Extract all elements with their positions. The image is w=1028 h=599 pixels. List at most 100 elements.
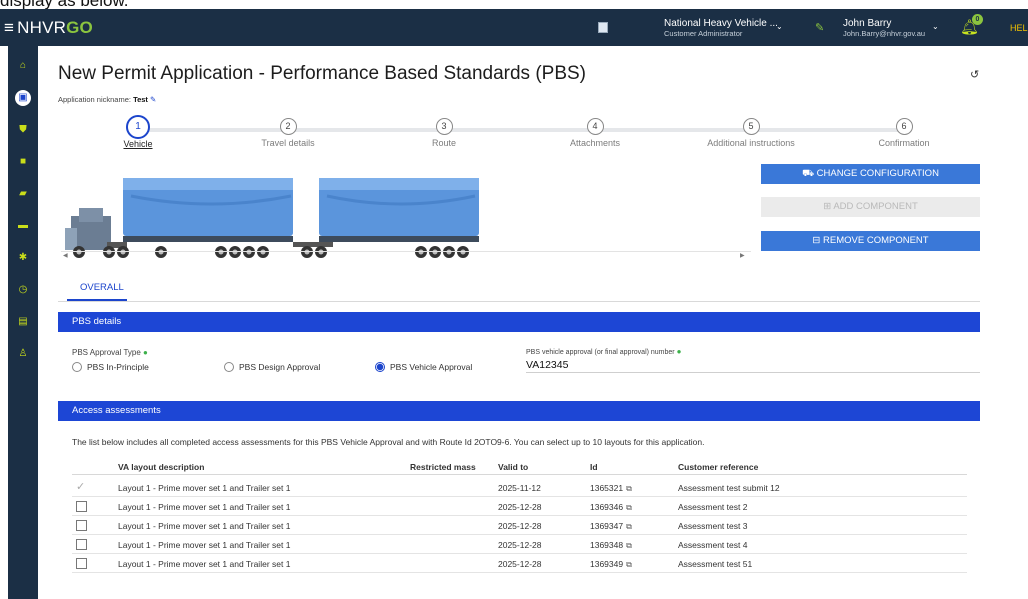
tab-overall[interactable]: OVERALL	[80, 282, 124, 293]
lead-trailer[interactable]	[123, 178, 293, 258]
id-cell[interactable]: 1369349 ⧉	[590, 559, 632, 570]
va-number-label: PBS vehicle approval (or final approval)…	[526, 347, 681, 356]
home-icon[interactable]: ⌂	[15, 58, 31, 74]
step-route[interactable]: 3 Route	[384, 118, 504, 148]
step-number: 6	[895, 118, 913, 135]
scroll-right-icon[interactable]: ▶	[740, 252, 745, 259]
checkmark-icon[interactable]: ✓	[76, 480, 87, 493]
radio-circle-selected	[375, 362, 385, 372]
id-link[interactable]: 1369346	[590, 502, 623, 512]
organisation-logo-icon	[598, 22, 608, 33]
check-circle-icon: ●	[143, 348, 148, 357]
history-icon[interactable]: ↺	[970, 68, 979, 81]
organisation-selector[interactable]: National Heavy Vehicle ... Customer Admi…	[664, 19, 778, 39]
step-travel-details[interactable]: 2 Travel details	[228, 118, 348, 148]
table-row[interactable]: Layout 1 - Prime mover set 1 and Trailer…	[72, 498, 967, 516]
id-card-icon[interactable]: ▤	[15, 314, 31, 330]
external-link-icon[interactable]: ⧉	[626, 541, 632, 550]
radio-pbs-vehicle-approval[interactable]: PBS Vehicle Approval	[375, 362, 472, 372]
column-header-restricted-mass: Restricted mass	[410, 462, 476, 472]
step-number: 3	[435, 118, 453, 135]
help-link[interactable]: HEL	[1010, 23, 1028, 33]
top-bar: ≡ NHVRGO National Heavy Vehicle ... Custo…	[0, 9, 1028, 46]
hamburger-menu-icon[interactable]: ≡	[4, 18, 14, 37]
button-label: ADD COMPONENT	[833, 201, 918, 212]
layout-cell: Layout 1 - Prime mover set 1 and Trailer…	[118, 502, 291, 512]
step-label: Confirmation	[878, 138, 930, 148]
notification-badge: 0	[972, 14, 983, 25]
pbs-details-header: PBS details	[58, 312, 980, 332]
vehicle-icon[interactable]: ▬	[15, 218, 31, 234]
column-header-layout: VA layout description	[118, 462, 205, 472]
radio-pbs-design-approval[interactable]: PBS Design Approval	[224, 362, 320, 372]
approval-type-text: PBS Approval Type	[72, 348, 141, 357]
add-component-button[interactable]: ⊞ ADD COMPONENT	[761, 197, 980, 217]
table-row[interactable]: ✓ Layout 1 - Prime mover set 1 and Trail…	[72, 479, 967, 497]
id-link[interactable]: 1369348	[590, 540, 623, 550]
clock-icon[interactable]: ◷	[15, 282, 31, 298]
valid-to-cell: 2025-12-28	[498, 559, 542, 569]
row-checkbox[interactable]	[76, 539, 87, 550]
truck-icon[interactable]: ▰	[15, 186, 31, 202]
table-row[interactable]: Layout 1 - Prime mover set 1 and Trailer…	[72, 536, 967, 554]
page-title: New Permit Application - Performance Bas…	[58, 63, 587, 84]
settings-icon[interactable]: ✱	[15, 250, 31, 266]
truck-icon: ⛟	[802, 168, 815, 179]
brand-go: GO	[66, 18, 93, 37]
button-label: CHANGE CONFIGURATION	[816, 168, 939, 179]
shield-icon[interactable]: ⛊	[15, 122, 31, 138]
organisation-role: Customer Administrator	[664, 29, 743, 38]
user-name: John Barry	[843, 18, 892, 29]
row-checkbox[interactable]	[76, 558, 87, 569]
va-number-text: PBS vehicle approval (or final approval)…	[526, 349, 675, 356]
id-cell[interactable]: 1369348 ⧉	[590, 540, 632, 551]
access-assessments-header: Access assessments	[58, 401, 980, 421]
step-additional-instructions[interactable]: 5 Additional instructions	[691, 118, 811, 148]
id-cell[interactable]: 1365321 ⧉	[590, 483, 632, 494]
step-confirmation[interactable]: 6 Confirmation	[844, 118, 964, 148]
change-configuration-button[interactable]: ⛟ CHANGE CONFIGURATION	[761, 164, 980, 184]
scroll-left-icon[interactable]: ◀	[63, 252, 68, 259]
layout-cell: Layout 1 - Prime mover set 1 and Trailer…	[118, 521, 291, 531]
users-icon[interactable]: ♙	[15, 346, 31, 362]
external-link-icon[interactable]: ⧉	[626, 484, 632, 493]
radio-pbs-in-principle[interactable]: PBS In-Principle	[72, 362, 149, 372]
remove-component-button[interactable]: ⊟ REMOVE COMPONENT	[761, 231, 980, 251]
table-row[interactable]: Layout 1 - Prime mover set 1 and Trailer…	[72, 517, 967, 535]
briefcase-icon[interactable]: ■	[15, 154, 31, 170]
step-number: 2	[279, 118, 297, 135]
minus-box-icon: ⊟	[812, 235, 821, 246]
vehicle-combination-diagram[interactable]	[61, 172, 751, 262]
table-header-divider	[72, 474, 967, 475]
applications-icon[interactable]: ▣	[15, 90, 31, 106]
reference-cell: Assessment test 51	[678, 559, 753, 569]
chevron-down-icon[interactable]: ⌄	[776, 22, 783, 31]
user-email: John.Barry@nhvr.gov.au	[843, 29, 926, 38]
id-link[interactable]: 1369347	[590, 521, 623, 531]
external-link-icon[interactable]: ⧉	[626, 560, 632, 569]
step-number: 5	[742, 118, 760, 135]
va-number-input[interactable]: VA12345	[526, 359, 568, 371]
row-checkbox[interactable]	[76, 501, 87, 512]
external-link-icon[interactable]: ⧉	[626, 503, 632, 512]
reference-cell: Assessment test 2	[678, 502, 748, 512]
row-checkbox[interactable]	[76, 520, 87, 531]
id-cell[interactable]: 1369346 ⧉	[590, 502, 632, 513]
layout-cell: Layout 1 - Prime mover set 1 and Trailer…	[118, 483, 291, 493]
id-cell[interactable]: 1369347 ⧉	[590, 521, 632, 532]
rear-trailer[interactable]	[319, 178, 479, 258]
external-link-icon[interactable]: ⧉	[626, 522, 632, 531]
id-link[interactable]: 1369349	[590, 559, 623, 569]
step-vehicle[interactable]: 1 Vehicle	[78, 115, 198, 149]
step-label: Additional instructions	[707, 138, 795, 148]
user-menu[interactable]: John Barry John.Barry@nhvr.gov.au	[843, 19, 925, 39]
brand-logo[interactable]: ≡ NHVRGO	[4, 18, 93, 38]
button-label: REMOVE COMPONENT	[823, 235, 929, 246]
step-attachments[interactable]: 4 Attachments	[535, 118, 655, 148]
edit-pencil-icon[interactable]: ✎	[150, 95, 156, 104]
horizontal-scrollbar[interactable]	[61, 251, 751, 257]
id-link[interactable]: 1365321	[590, 483, 623, 493]
radio-label: PBS In-Principle	[87, 362, 149, 372]
table-row[interactable]: Layout 1 - Prime mover set 1 and Trailer…	[72, 555, 967, 573]
chevron-down-icon[interactable]: ⌄	[932, 22, 939, 31]
